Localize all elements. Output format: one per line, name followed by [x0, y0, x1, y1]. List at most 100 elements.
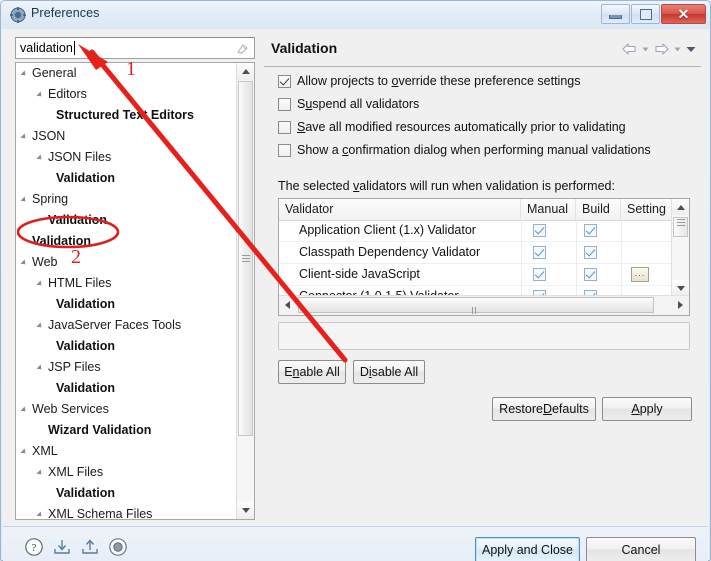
option-save-modified-resources[interactable]: Save all modified resources automaticall…	[278, 117, 626, 137]
tree-item[interactable]: Validation	[16, 483, 238, 504]
validators-table[interactable]: Validator Manual Build Setting Applicati…	[278, 198, 690, 316]
build-checkbox-cell[interactable]	[584, 264, 597, 285]
table-scroll-right-button[interactable]	[672, 296, 689, 314]
tree-expand-arrow-icon[interactable]	[20, 406, 28, 414]
tree-item[interactable]: XML Schema Files	[16, 504, 238, 519]
tree-expand-arrow-icon[interactable]	[36, 322, 44, 330]
tree-scroll-down-button[interactable]	[237, 502, 254, 519]
tree-item[interactable]: HTML Files	[16, 273, 238, 294]
tree-vertical-scrollbar[interactable]	[236, 63, 254, 519]
export-icon[interactable]	[80, 537, 100, 557]
filter-box[interactable]: validation	[15, 37, 255, 59]
record-icon[interactable]	[108, 537, 128, 557]
tree-item[interactable]: Validation	[16, 231, 238, 252]
tree-item[interactable]: Editors	[16, 84, 238, 105]
arrow-left-icon[interactable]	[621, 42, 638, 56]
apply-and-close-button[interactable]: Apply and Close	[475, 537, 580, 561]
table-scroll-left-button[interactable]	[279, 296, 296, 314]
tree-item[interactable]: Wizard Validation	[16, 420, 238, 441]
tree-expand-arrow-icon[interactable]	[36, 364, 44, 372]
tree-expand-arrow-icon[interactable]	[36, 511, 44, 519]
manual-checkbox[interactable]	[533, 224, 546, 237]
option-allow-projects-override[interactable]: Allow projects to override these prefere…	[278, 71, 580, 91]
build-checkbox-cell[interactable]	[584, 220, 597, 241]
tree-item[interactable]: JSON Files	[16, 147, 238, 168]
build-checkbox[interactable]	[584, 224, 597, 237]
restore-defaults-button[interactable]: Restore Defaults	[492, 397, 596, 421]
tree-expand-arrow-icon[interactable]	[20, 133, 28, 141]
tree-item[interactable]: Validation	[16, 336, 238, 357]
table-horizontal-scrollbar[interactable]	[279, 295, 689, 315]
tree-scrollbar-thumb[interactable]	[238, 81, 253, 436]
table-row[interactable]: Client-side JavaScript...	[279, 264, 674, 286]
tree-item[interactable]: JSON	[16, 126, 238, 147]
tree-scroll-up-button[interactable]	[237, 63, 254, 80]
tree-expand-arrow-icon[interactable]	[20, 448, 28, 456]
tree-item[interactable]: Web	[16, 252, 238, 273]
tree-item[interactable]: JSP Files	[16, 357, 238, 378]
import-icon[interactable]	[52, 537, 72, 557]
enable-all-button[interactable]: En able All	[278, 360, 346, 384]
manual-checkbox[interactable]	[533, 268, 546, 281]
option-show-confirmation-dialog[interactable]: Show a confirmation dialog when performi…	[278, 140, 651, 160]
tree-expand-arrow-icon[interactable]	[20, 259, 28, 267]
manual-checkbox-cell[interactable]	[533, 264, 546, 285]
manual-checkbox[interactable]	[533, 246, 546, 259]
disable-all-button[interactable]: Di sable All	[353, 360, 425, 384]
column-header-build[interactable]: Build	[576, 199, 621, 220]
manual-checkbox-cell[interactable]	[533, 220, 546, 241]
table-hscrollbar-thumb[interactable]	[298, 297, 654, 314]
table-row[interactable]: Application Client (1.x) Validator	[279, 220, 674, 242]
tree-item[interactable]: XML Files	[16, 462, 238, 483]
build-checkbox[interactable]	[584, 246, 597, 259]
option-suspend-all-validators[interactable]: Suspend all validators	[278, 94, 419, 114]
tree-expand-arrow-icon[interactable]	[36, 91, 44, 99]
tree-expand-arrow-icon[interactable]	[20, 70, 28, 78]
table-scroll-down-button[interactable]	[672, 280, 689, 296]
tree-item[interactable]: Web Services	[16, 399, 238, 420]
build-checkbox[interactable]	[584, 268, 597, 281]
cancel-button[interactable]: Cancel	[586, 537, 696, 561]
settings-button-cell[interactable]: ...	[631, 264, 649, 285]
tree-item[interactable]: Validation	[16, 168, 238, 189]
validator-info-field[interactable]	[278, 322, 690, 350]
settings-button[interactable]: ...	[631, 267, 649, 282]
table-scroll-up-button[interactable]	[672, 199, 689, 215]
tree-item[interactable]: Spring	[16, 189, 238, 210]
table-row[interactable]: Classpath Dependency Validator	[279, 242, 674, 264]
tree-item[interactable]: Validation	[16, 294, 238, 315]
checkbox-allow-projects-override[interactable]	[278, 74, 291, 88]
search-input[interactable]: validation	[20, 41, 75, 55]
column-header-setting[interactable]: Setting	[621, 199, 674, 220]
tree-item[interactable]: Validation	[16, 210, 238, 231]
manual-checkbox-cell[interactable]	[533, 242, 546, 263]
column-header-validator[interactable]: Validator	[279, 199, 521, 220]
build-checkbox-cell[interactable]	[584, 242, 597, 263]
preference-tree-panel[interactable]: General Editors Structured Text Editors JSO…	[15, 62, 255, 520]
close-button[interactable]: ✕	[661, 4, 706, 24]
clear-filter-icon[interactable]	[236, 42, 249, 55]
column-header-manual[interactable]: Manual	[521, 199, 576, 220]
maximize-button[interactable]	[631, 4, 660, 24]
help-icon[interactable]: ?	[24, 537, 44, 557]
preference-tree[interactable]: General Editors Structured Text Editors JSO…	[16, 63, 238, 519]
tree-expand-arrow-icon[interactable]	[36, 280, 44, 288]
tree-item[interactable]: Structured Text Editors	[16, 105, 238, 126]
table-vertical-scrollbar[interactable]	[671, 199, 689, 296]
checkbox-suspend-all-validators[interactable]	[278, 97, 291, 111]
tree-expand-arrow-icon[interactable]	[20, 196, 28, 204]
checkbox-show-confirmation-dialog[interactable]	[278, 143, 291, 157]
tree-expand-arrow-icon[interactable]	[36, 154, 44, 162]
apply-button[interactable]: Apply	[602, 397, 692, 421]
checkbox-save-modified-resources[interactable]	[278, 120, 291, 134]
tree-item[interactable]: XML	[16, 441, 238, 462]
table-scrollbar-thumb[interactable]	[673, 217, 688, 237]
chevron-down-icon[interactable]	[641, 42, 650, 56]
tree-item[interactable]: JavaServer Faces Tools	[16, 315, 238, 336]
view-menu-icon[interactable]	[685, 42, 697, 56]
chevron-down-icon[interactable]	[673, 42, 682, 56]
tree-item[interactable]: Validation	[16, 378, 238, 399]
tree-expand-arrow-icon[interactable]	[36, 469, 44, 477]
minimize-button[interactable]	[601, 4, 630, 24]
arrow-right-icon[interactable]	[653, 42, 670, 56]
